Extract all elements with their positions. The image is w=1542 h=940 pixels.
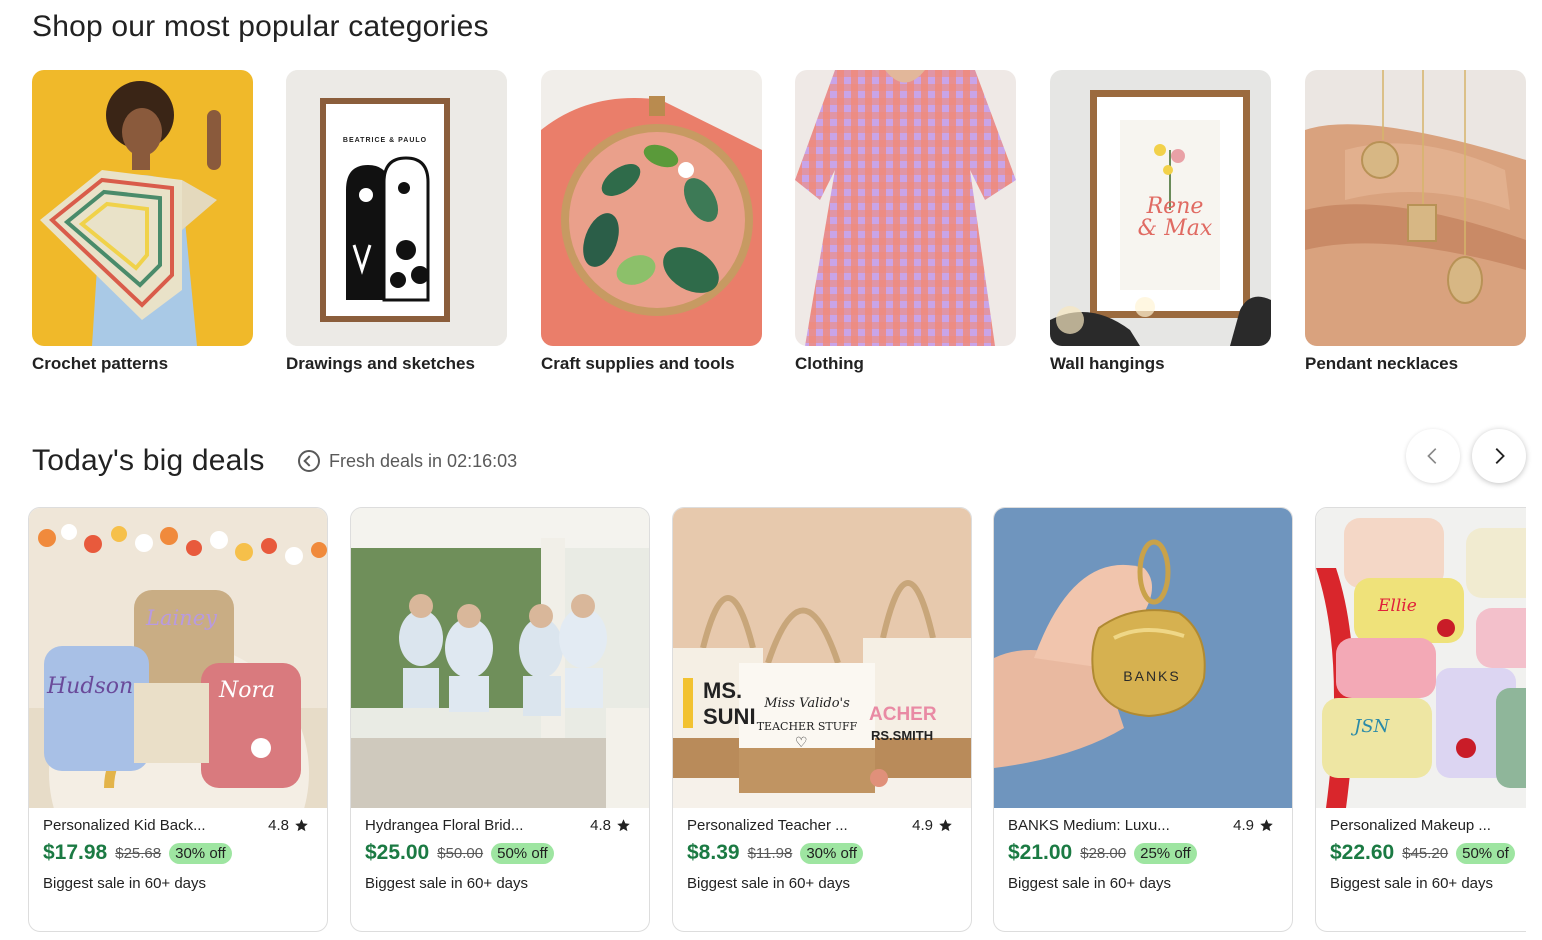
product-image: Ellie JSN (1316, 508, 1526, 808)
deal-card[interactable]: Hydrangea Floral Brid... 4.8 $25.00 $50.… (350, 507, 650, 932)
star-icon (617, 819, 630, 832)
product-name: Personalized Makeup ... (1330, 817, 1491, 834)
category-label: Drawings and sketches (286, 354, 475, 373)
deal-card[interactable]: Hudson Lainey Nora Personalized Kid Back… (28, 507, 328, 932)
category-image: BEATRICE & PAULO (286, 70, 507, 346)
rating-value: 4.9 (1233, 817, 1254, 834)
star-icon (295, 819, 308, 832)
product-rating: 4.8 (590, 817, 631, 834)
product-image (351, 508, 649, 808)
chevron-left-icon (1427, 448, 1437, 464)
deal-note: Biggest sale in 60+ days (1008, 875, 1172, 892)
rating-value: 4.8 (268, 817, 289, 834)
tote-text: TEACHER STUFF (756, 720, 858, 733)
chevron-right-icon (1495, 448, 1505, 464)
product-image: BANKS (994, 508, 1292, 808)
product-name: Personalized Kid Back... (43, 817, 206, 834)
clock-icon (298, 450, 320, 472)
backpack-name-text: Nora (219, 678, 276, 703)
print-title-text: BEATRICE & PAULO (342, 137, 428, 144)
deal-note: Biggest sale in 60+ days (43, 875, 207, 892)
product-name: BANKS Medium: Luxu... (1008, 817, 1170, 834)
category-wall-hangings[interactable]: Rene & Max Wall hangings (1050, 70, 1271, 373)
sale-price: $8.39 (687, 841, 740, 864)
original-price: $45.20 (1402, 844, 1449, 862)
original-price: $50.00 (437, 844, 484, 862)
category-crochet-patterns[interactable]: Crochet patterns (32, 70, 253, 373)
product-image: Hudson Lainey Nora (29, 508, 327, 808)
frame-name-line-2: & Max (1137, 216, 1213, 241)
discount-badge: 25% off (1134, 842, 1197, 864)
category-image: Rene & Max (1050, 70, 1271, 346)
category-label: Craft supplies and tools (541, 354, 735, 373)
deal-note: Biggest sale in 60+ days (687, 875, 851, 892)
categories-heading: Shop our most popular categories (32, 10, 489, 43)
category-drawings-and-sketches[interactable]: BEATRICE & PAULO Drawings and sketches (286, 70, 507, 373)
sale-price: $21.00 (1008, 841, 1073, 864)
product-pricing: $22.60 $45.20 50% of (1330, 841, 1515, 865)
deal-note: Biggest sale in 60+ days (1330, 875, 1494, 892)
star-icon (939, 819, 952, 832)
category-label: Crochet patterns (32, 354, 169, 373)
product-name: Hydrangea Floral Brid... (365, 817, 524, 834)
sale-price: $17.98 (43, 841, 108, 864)
product-rating: 4.8 (268, 817, 309, 834)
original-price: $11.98 (747, 844, 793, 862)
product-rating: 4.9 (912, 817, 953, 834)
product-name: Personalized Teacher ... (687, 817, 848, 834)
category-label: Wall hangings (1050, 354, 1165, 373)
deal-card[interactable]: Ellie JSN Personalized Makeup ... $22.60… (1315, 507, 1526, 932)
category-label: Clothing (795, 354, 864, 373)
tote-text: ACHER (869, 704, 937, 725)
category-image (1305, 70, 1526, 346)
pouch-name-text: JSN (1354, 716, 1390, 737)
deals-carousel: Hudson Lainey Nora Personalized Kid Back… (28, 507, 1526, 940)
heart-icon: ♡ (795, 734, 808, 750)
tote-text: Miss Valido's (764, 696, 850, 711)
category-list: Crochet patterns BEATRICE & PAULO Drawin… (32, 70, 1526, 390)
keychain-engraving: BANKS (1123, 668, 1181, 684)
product-image: MS. SUNI Miss Valido's TEACHER STUFF ♡ A… (673, 508, 971, 808)
rating-value: 4.8 (590, 817, 611, 834)
original-price: $25.68 (115, 844, 162, 862)
discount-badge: 30% off (800, 842, 863, 864)
backpack-name-text: Lainey (146, 606, 217, 630)
discount-badge: 30% off (169, 842, 232, 864)
category-label: Pendant necklaces (1305, 354, 1459, 373)
category-pendant-necklaces[interactable]: Pendant necklaces (1305, 70, 1526, 373)
discount-badge: 50% off (491, 842, 554, 864)
deals-heading: Today's big deals (32, 444, 265, 477)
category-image (541, 70, 762, 346)
pouch-name-text: Ellie (1378, 596, 1417, 616)
product-rating: 4.9 (1233, 817, 1274, 834)
deal-card[interactable]: MS. SUNI Miss Valido's TEACHER STUFF ♡ A… (672, 507, 972, 932)
tote-text: RS.SMITH (871, 728, 934, 743)
star-icon (1260, 819, 1273, 832)
product-pricing: $25.00 $50.00 50% off (365, 841, 554, 865)
product-pricing: $8.39 $11.98 30% off (687, 841, 863, 865)
original-price: $28.00 (1080, 844, 1127, 862)
tote-text: MS. (703, 678, 743, 703)
product-pricing: $21.00 $28.00 25% off (1008, 841, 1197, 865)
sale-price: $22.60 (1330, 841, 1395, 864)
discount-badge: 50% of (1456, 842, 1515, 864)
sale-price: $25.00 (365, 841, 430, 864)
deal-card[interactable]: BANKS BANKS Medium: Luxu... 4.9 $21.00 $… (993, 507, 1293, 932)
backpack-name-text: Hudson (47, 674, 134, 699)
fresh-deals-timer: Fresh deals in 02:16:03 (298, 450, 517, 472)
rating-value: 4.9 (912, 817, 933, 834)
deal-note: Biggest sale in 60+ days (365, 875, 529, 892)
category-image (795, 70, 1016, 346)
next-button[interactable] (1472, 429, 1526, 483)
category-craft-supplies-and-tools[interactable]: Craft supplies and tools (541, 70, 762, 373)
product-pricing: $17.98 $25.68 30% off (43, 841, 232, 865)
previous-button[interactable] (1406, 429, 1460, 483)
category-clothing[interactable]: Clothing (795, 70, 1016, 373)
category-image (32, 70, 253, 346)
fresh-deals-text: Fresh deals in 02:16:03 (329, 450, 518, 471)
